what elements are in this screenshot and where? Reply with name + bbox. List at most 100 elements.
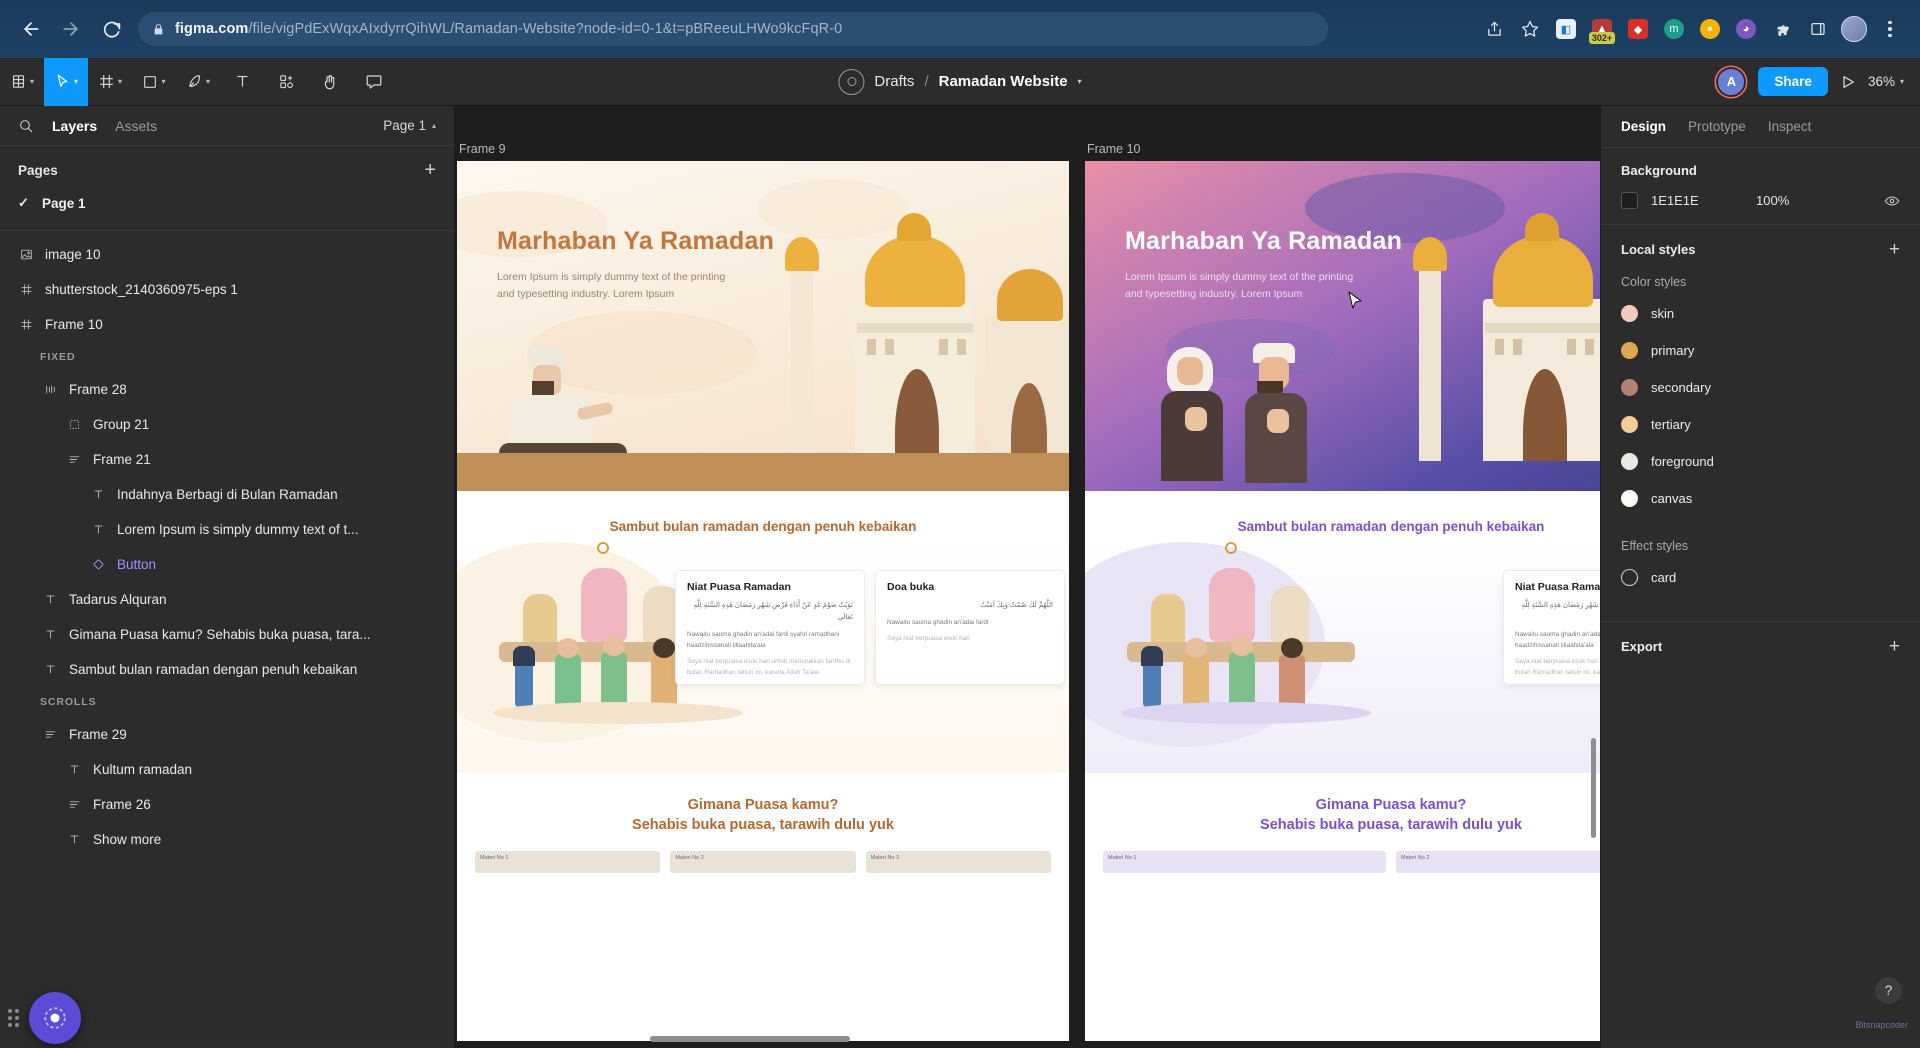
main-menu-button[interactable]: ▾ bbox=[0, 58, 44, 106]
layer-item[interactable]: Tadarus Alquran bbox=[0, 582, 454, 617]
avatar[interactable] bbox=[1838, 13, 1870, 45]
extension-icon-docs[interactable]: ◧ bbox=[1550, 13, 1582, 45]
tab-prototype[interactable]: Prototype bbox=[1688, 119, 1746, 134]
layer-item-label: Sambut bulan ramadan dengan penuh kebaik… bbox=[69, 662, 358, 677]
eye-icon[interactable] bbox=[1884, 193, 1900, 209]
reload-icon[interactable] bbox=[94, 12, 128, 46]
layer-item[interactable]: Frame 28 bbox=[0, 372, 454, 407]
layer-item[interactable]: Sambut bulan ramadan dengan penuh kebaik… bbox=[0, 652, 454, 687]
help-button[interactable]: ? bbox=[1875, 977, 1902, 1004]
share-button[interactable]: Share bbox=[1758, 67, 1828, 96]
background-color-swatch[interactable] bbox=[1621, 192, 1638, 209]
tab-assets[interactable]: Assets bbox=[115, 118, 157, 134]
extension-icon-colorful[interactable]: ◕ bbox=[1730, 13, 1762, 45]
layer-item[interactable]: shutterstock_2140360975-eps 1 bbox=[0, 272, 454, 307]
side-panel-icon[interactable] bbox=[1802, 13, 1834, 45]
browser-nav-buttons bbox=[14, 12, 128, 46]
figma-canvas[interactable]: Frame 9 Marhaban Ya Ramadan Lorem Ipsum … bbox=[455, 106, 1600, 1048]
shape-tool-button[interactable]: ▾ bbox=[132, 58, 176, 106]
canvas-frame-10[interactable]: Frame 10 Marhaban Ya Ramadan Lorem Ipsum… bbox=[1085, 142, 1600, 1041]
plugin-running-icon[interactable] bbox=[29, 992, 81, 1044]
layer-item[interactable]: Kultum ramadan bbox=[0, 752, 454, 787]
add-page-button[interactable]: + bbox=[424, 160, 436, 180]
color-style-item[interactable]: tertiary bbox=[1621, 406, 1900, 443]
tab-layers[interactable]: Layers bbox=[52, 118, 97, 134]
layer-item[interactable]: image 10 bbox=[0, 237, 454, 272]
layer-item[interactable]: Group 21 bbox=[0, 407, 454, 442]
forward-arrow-icon[interactable] bbox=[54, 12, 88, 46]
layer-item[interactable]: Button bbox=[0, 547, 454, 582]
layer-item[interactable]: Frame 26 bbox=[0, 787, 454, 822]
color-style-item[interactable]: skin bbox=[1621, 295, 1900, 332]
horizontal-scrollbar[interactable] bbox=[650, 1036, 850, 1042]
canvas-frame-9[interactable]: Frame 9 Marhaban Ya Ramadan Lorem Ipsum … bbox=[457, 142, 1069, 1041]
doa-card[interactable]: Doa buka اللَّهُمَّ لَكَ صُمْتُ وَبِكَ آ… bbox=[875, 570, 1065, 685]
local-styles-title: Local styles bbox=[1621, 242, 1696, 257]
share-icon[interactable] bbox=[1478, 13, 1510, 45]
artboard[interactable]: Marhaban Ya Ramadan Lorem Ipsum is simpl… bbox=[457, 161, 1069, 1041]
move-tool-button[interactable]: ▾ bbox=[44, 57, 88, 106]
breadcrumb-root[interactable]: Drafts bbox=[874, 73, 914, 90]
thumbnail[interactable]: Materi No 2 bbox=[670, 851, 856, 873]
layer-item[interactable]: Frame 21 bbox=[0, 442, 454, 477]
back-arrow-icon[interactable] bbox=[14, 12, 48, 46]
present-play-icon[interactable] bbox=[1840, 74, 1856, 90]
color-style-item[interactable]: canvas bbox=[1621, 480, 1900, 517]
color-style-item[interactable]: foreground bbox=[1621, 443, 1900, 480]
zoom-control[interactable]: 36% ▾ bbox=[1868, 74, 1904, 89]
hand-tool-button[interactable] bbox=[308, 58, 352, 106]
niat-card[interactable]: Niat Puasa Ramadan نَوَيْتُ صَوْمَ غَدٍ … bbox=[675, 570, 865, 685]
comment-tool-button[interactable] bbox=[352, 58, 396, 106]
background-row[interactable]: 1E1E1E 100% bbox=[1621, 192, 1900, 209]
layer-item[interactable]: Indahnya Berbagi di Bulan Ramadan bbox=[0, 477, 454, 512]
text-icon bbox=[88, 488, 108, 501]
frame-label[interactable]: Frame 10 bbox=[1085, 142, 1600, 156]
user-avatar[interactable]: A bbox=[1716, 66, 1747, 97]
tab-design[interactable]: Design bbox=[1621, 119, 1666, 134]
hero-paragraph: Lorem Ipsum is simply dummy text of the … bbox=[1125, 271, 1354, 301]
search-icon[interactable] bbox=[18, 118, 34, 134]
extension-icon-chrome[interactable]: ● bbox=[1694, 13, 1726, 45]
kebab-menu-icon[interactable] bbox=[1874, 13, 1906, 45]
extensions-puzzle-icon[interactable] bbox=[1766, 13, 1798, 45]
extension-icon-counter[interactable]: ▲ 302+ bbox=[1586, 13, 1618, 45]
mouse-cursor-icon bbox=[1348, 291, 1364, 316]
thumbnail[interactable]: Materi No 2 bbox=[1396, 851, 1600, 873]
layer-item[interactable]: Lorem Ipsum is simply dummy text of t... bbox=[0, 512, 454, 547]
add-style-button[interactable]: + bbox=[1889, 240, 1900, 259]
page-selector[interactable]: Page 1 ▴ bbox=[383, 118, 436, 133]
layer-item[interactable]: Show more bbox=[0, 822, 454, 857]
pen-tool-button[interactable]: ▾ bbox=[176, 58, 220, 106]
resources-tool-button[interactable] bbox=[264, 58, 308, 106]
text-tool-button[interactable] bbox=[220, 58, 264, 106]
color-style-item[interactable]: primary bbox=[1621, 332, 1900, 369]
chevron-down-icon[interactable]: ▾ bbox=[1078, 77, 1082, 86]
frame-tool-button[interactable]: ▾ bbox=[88, 58, 132, 106]
background-hex-value[interactable]: 1E1E1E bbox=[1651, 193, 1756, 208]
vertical-scrollbar[interactable] bbox=[1591, 738, 1596, 838]
address-bar[interactable]: figma.com/file/vigPdExWqxAIxdyrrQihWL/Ra… bbox=[138, 12, 1328, 46]
extension-icon-red[interactable]: ◆ bbox=[1622, 13, 1654, 45]
layer-item[interactable]: Frame 10 bbox=[0, 307, 454, 342]
effect-style-item[interactable]: card bbox=[1621, 559, 1900, 596]
tab-inspect[interactable]: Inspect bbox=[1768, 119, 1812, 134]
layer-item[interactable]: Gimana Puasa kamu? Sehabis buka puasa, t… bbox=[0, 617, 454, 652]
add-export-button[interactable]: + bbox=[1889, 637, 1900, 656]
niat-card[interactable]: Niat Puasa Ramadan نَوَيْتُ صَوْمَ غَدٍ … bbox=[1503, 570, 1600, 685]
extension-icon-teal[interactable]: m bbox=[1658, 13, 1690, 45]
thumbnail[interactable]: Materi No 1 bbox=[1103, 851, 1386, 873]
artboard[interactable]: Marhaban Ya Ramadan Lorem Ipsum is simpl… bbox=[1085, 161, 1600, 1041]
breadcrumb-file-name[interactable]: Ramadan Website bbox=[939, 73, 1068, 90]
background-opacity-value[interactable]: 100% bbox=[1756, 193, 1846, 208]
star-icon[interactable] bbox=[1514, 13, 1546, 45]
drag-grip-icon[interactable] bbox=[8, 1009, 19, 1027]
color-style-item[interactable]: secondary bbox=[1621, 369, 1900, 406]
thumbnail[interactable]: Materi No 1 bbox=[475, 851, 661, 873]
page-item-page1[interactable]: ✓ Page 1 bbox=[0, 188, 454, 218]
layer-item-label: Gimana Puasa kamu? Sehabis buka puasa, t… bbox=[69, 627, 371, 642]
layer-item[interactable]: Frame 29 bbox=[0, 717, 454, 752]
frame-label[interactable]: Frame 9 bbox=[457, 142, 1069, 156]
mosque-illustration bbox=[745, 213, 1069, 491]
color-style-name: tertiary bbox=[1651, 417, 1691, 432]
thumbnail[interactable]: Materi No 3 bbox=[865, 851, 1051, 873]
